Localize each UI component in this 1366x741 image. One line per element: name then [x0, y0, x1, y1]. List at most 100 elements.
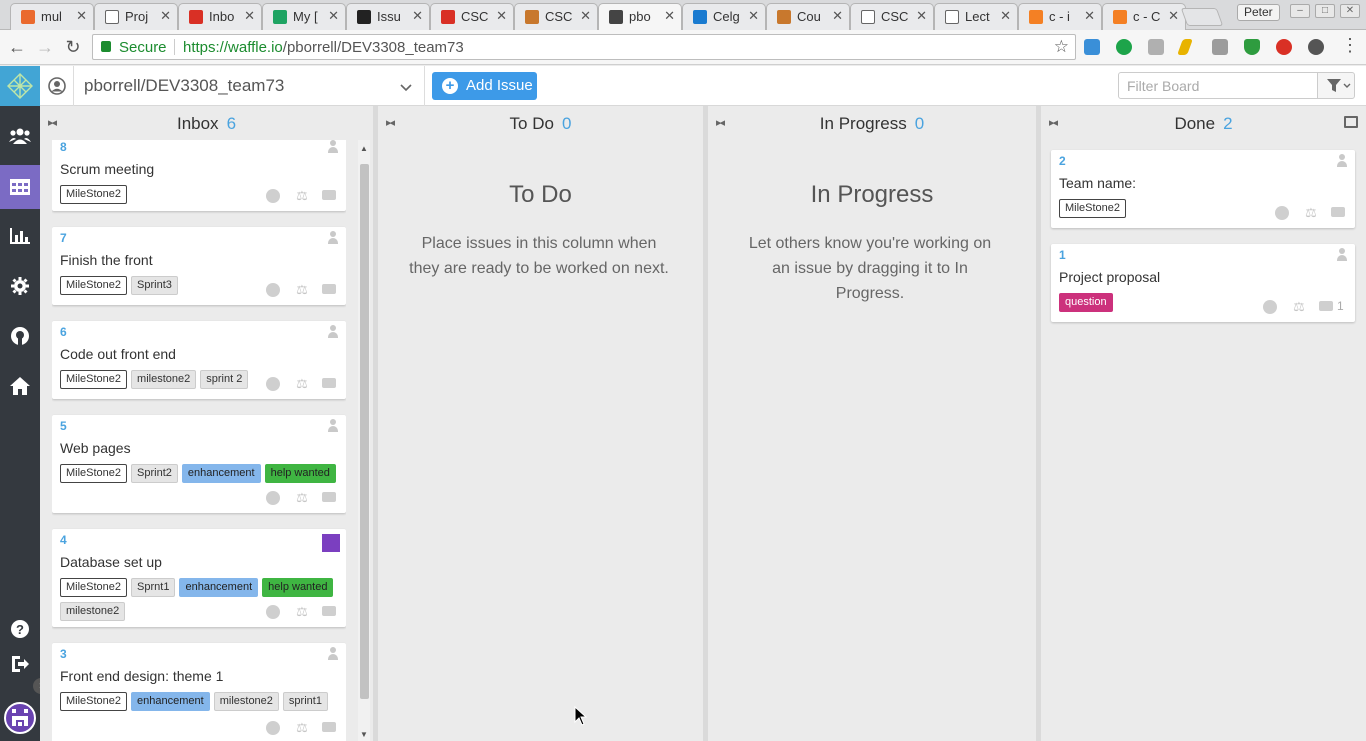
issue-title[interactable]: Scrum meeting: [60, 161, 154, 177]
comment-icon[interactable]: [322, 190, 336, 200]
close-tab-icon[interactable]: ✕: [412, 8, 423, 24]
issue-title[interactable]: Code out front end: [60, 346, 176, 362]
close-tab-icon[interactable]: ✕: [832, 8, 843, 24]
comment-icon[interactable]: [1319, 301, 1333, 311]
issue-number[interactable]: 8: [60, 140, 67, 154]
extension-icon[interactable]: [1116, 39, 1132, 55]
comment-icon[interactable]: [322, 378, 336, 388]
issue-card[interactable]: 8 Scrum meeting MileStone2 ⚖: [52, 140, 346, 211]
issue-card[interactable]: 1 Project proposal question ⚖ 1: [1051, 244, 1355, 322]
github-icon[interactable]: [266, 605, 280, 619]
help-icon[interactable]: ?: [0, 609, 40, 649]
comment-icon[interactable]: [322, 606, 336, 616]
estimate-scale-icon[interactable]: ⚖: [294, 189, 310, 203]
issue-title[interactable]: Web pages: [60, 440, 131, 456]
close-tab-icon[interactable]: ✕: [328, 8, 339, 24]
filter-button[interactable]: [1317, 72, 1355, 99]
browser-tab[interactable]: Lect ✕: [934, 3, 1018, 30]
browser-tab[interactable]: c - C ✕: [1102, 3, 1186, 30]
issue-number[interactable]: 2: [1059, 154, 1066, 168]
issue-title[interactable]: Front end design: theme 1: [60, 668, 223, 684]
issue-title[interactable]: Team name:: [1059, 175, 1136, 191]
browser-tab[interactable]: My [✕: [262, 3, 346, 30]
chevron-down-icon[interactable]: [400, 79, 412, 95]
comment-icon[interactable]: [322, 284, 336, 294]
browser-menu-icon[interactable]: ⋮: [1341, 35, 1359, 56]
close-tab-icon[interactable]: ✕: [1168, 8, 1179, 24]
extension-icon[interactable]: [1177, 39, 1193, 55]
inbox-card-list[interactable]: 8 Scrum meeting MileStone2 ⚖ 7 Finish the fro…: [52, 140, 346, 741]
bookmark-star-icon[interactable]: ☆: [1054, 37, 1069, 57]
metrics-icon[interactable]: [0, 216, 40, 256]
estimate-scale-icon[interactable]: ⚖: [1291, 300, 1307, 314]
minimize-button[interactable]: –: [1290, 4, 1310, 18]
issue-number[interactable]: 4: [60, 533, 67, 547]
repo-selector[interactable]: pborrell/DEV3308_team73: [84, 76, 284, 96]
close-tab-icon[interactable]: ✕: [580, 8, 591, 24]
assignee-placeholder-icon[interactable]: [328, 325, 338, 338]
extension-icon[interactable]: [1084, 39, 1100, 55]
close-tab-icon[interactable]: ✕: [1000, 8, 1011, 24]
issue-title[interactable]: Database set up: [60, 554, 162, 570]
estimate-scale-icon[interactable]: ⚖: [294, 283, 310, 297]
address-bar[interactable]: Secure https://waffle.io/pborrell/DEV330…: [92, 34, 1076, 60]
browser-tab[interactable]: c - i ✕: [1018, 3, 1102, 30]
assignee-placeholder-icon[interactable]: [328, 419, 338, 432]
filter-board-input[interactable]: Filter Board: [1118, 72, 1318, 99]
sign-out-icon[interactable]: [0, 644, 40, 684]
github-icon[interactable]: [1275, 206, 1289, 220]
profile-button[interactable]: Peter: [1237, 4, 1280, 21]
github-icon[interactable]: [266, 283, 280, 297]
estimate-scale-icon[interactable]: ⚖: [294, 721, 310, 735]
assignee-placeholder-icon[interactable]: [328, 140, 338, 153]
estimate-scale-icon[interactable]: ⚖: [294, 605, 310, 619]
issue-number[interactable]: 1: [1059, 248, 1066, 262]
comment-icon[interactable]: [322, 722, 336, 732]
issue-number[interactable]: 3: [60, 647, 67, 661]
estimate-scale-icon[interactable]: ⚖: [294, 377, 310, 391]
issue-number[interactable]: 6: [60, 325, 67, 339]
scrollbar-thumb[interactable]: [360, 164, 369, 699]
extension-icon[interactable]: [1212, 39, 1228, 55]
assignee-avatar[interactable]: [322, 534, 340, 552]
issue-card[interactable]: 4 Database set up MileStone2 Sprnt1 enhancem…: [52, 529, 346, 627]
close-tab-icon[interactable]: ✕: [244, 8, 255, 24]
browser-tab[interactable]: mul ✕: [10, 3, 94, 30]
extension-icon[interactable]: [1308, 39, 1324, 55]
github-icon[interactable]: [266, 377, 280, 391]
close-tab-icon[interactable]: ✕: [76, 8, 87, 24]
reload-button[interactable]: ↻: [62, 36, 84, 58]
browser-tab[interactable]: Issu ✕: [346, 3, 430, 30]
board-icon[interactable]: [0, 165, 40, 209]
new-tab-button[interactable]: [1180, 8, 1224, 26]
issue-number[interactable]: 7: [60, 231, 67, 245]
browser-tab[interactable]: CSC ✕: [514, 3, 598, 30]
comment-icon[interactable]: [1331, 207, 1345, 217]
browser-tab[interactable]: CSC ✕: [850, 3, 934, 30]
github-icon[interactable]: [0, 316, 40, 356]
comment-icon[interactable]: [322, 492, 336, 502]
assignee-placeholder-icon[interactable]: [1337, 154, 1347, 167]
browser-tab[interactable]: CSC ✕: [430, 3, 514, 30]
browser-tab[interactable]: pbo ✕: [598, 3, 682, 30]
github-icon[interactable]: [1263, 300, 1277, 314]
maximize-button[interactable]: □: [1315, 4, 1335, 18]
add-issue-button[interactable]: + Add Issue: [432, 72, 537, 100]
settings-gear-icon[interactable]: [0, 266, 40, 306]
close-window-button[interactable]: ✕: [1340, 4, 1360, 18]
issue-card[interactable]: 2 Team name: MileStone2 ⚖: [1051, 150, 1355, 228]
back-button[interactable]: ←: [6, 36, 28, 58]
home-icon[interactable]: [0, 366, 40, 406]
issue-card[interactable]: 7 Finish the front MileStone2 Sprint3 ⚖: [52, 227, 346, 305]
close-tab-icon[interactable]: ✕: [160, 8, 171, 24]
browser-tab[interactable]: Inbo ✕: [178, 3, 262, 30]
close-tab-icon[interactable]: ✕: [748, 8, 759, 24]
github-icon[interactable]: [266, 721, 280, 735]
assignee-placeholder-icon[interactable]: [328, 647, 338, 660]
browser-tab[interactable]: Celg ✕: [682, 3, 766, 30]
waffle-logo[interactable]: [0, 66, 40, 106]
scrollbar[interactable]: ▲ ▼: [358, 140, 370, 741]
issue-card[interactable]: 5 Web pages MileStone2 Sprint2 enhancement he…: [52, 415, 346, 513]
estimate-scale-icon[interactable]: ⚖: [294, 491, 310, 505]
extension-icon[interactable]: [1148, 39, 1164, 55]
